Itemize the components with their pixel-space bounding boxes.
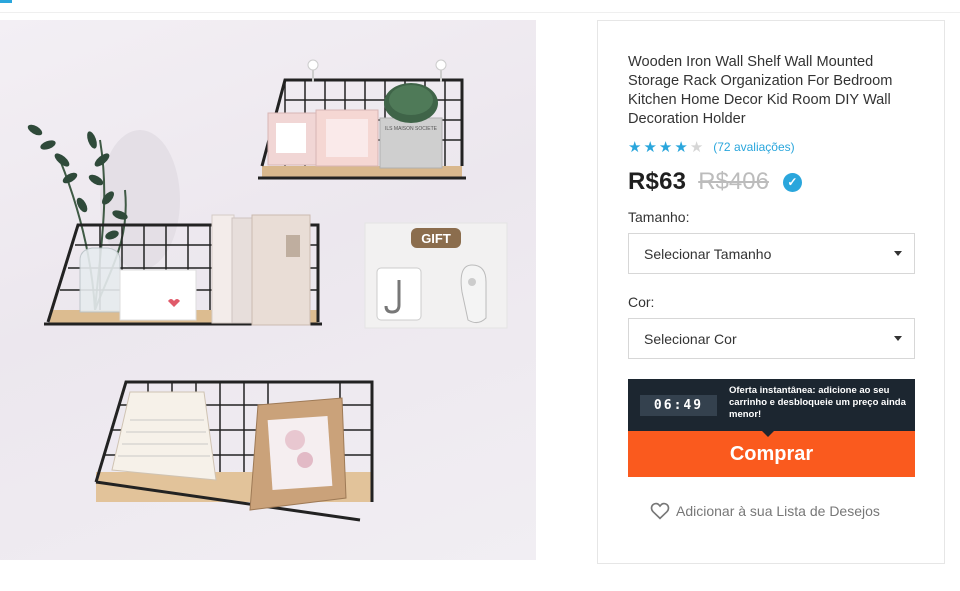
- verified-check-icon: ✓: [782, 172, 802, 192]
- star-icon: ★: [643, 138, 657, 156]
- pot-label: ILS MAISON SOCIETE: [385, 126, 438, 132]
- product-title: Wooden Iron Wall Shelf Wall Mounted Stor…: [628, 54, 893, 127]
- price-row: R$63 R$406 ✓: [628, 168, 802, 196]
- rating[interactable]: ★ ★ ★ ★ ★ (72 avaliações): [628, 138, 795, 156]
- top-divider: [0, 12, 960, 13]
- offer-text: Oferta instantânea: adicione ao seu carr…: [729, 385, 906, 420]
- offer-pointer: [761, 430, 775, 437]
- product-image[interactable]: ILS MAISON SOCIETE GIFT: [0, 20, 536, 560]
- chevron-down-icon: [894, 251, 902, 256]
- rating-stars: ★ ★ ★ ★ ★: [628, 140, 703, 155]
- bottom-shelf: [94, 380, 374, 522]
- top-accent-bar: [0, 0, 12, 3]
- instant-offer-banner: 06:49 Oferta instantânea: adicione ao se…: [628, 379, 915, 437]
- chevron-down-icon: [894, 336, 902, 341]
- current-price: R$63: [628, 168, 687, 195]
- star-icon: ★: [658, 138, 673, 156]
- original-price: R$406: [698, 168, 769, 195]
- reviews-link[interactable]: (72 avaliações): [713, 140, 794, 154]
- product-photo-illustration: ILS MAISON SOCIETE GIFT: [27, 59, 508, 522]
- color-label: Cor:: [628, 294, 655, 310]
- size-select-value: Selecionar Tamanho: [644, 245, 772, 262]
- buy-button[interactable]: Comprar: [628, 431, 915, 477]
- color-select[interactable]: Selecionar Cor: [628, 318, 915, 359]
- add-to-wishlist-link[interactable]: Adicionar à sua Lista de Desejos: [650, 502, 880, 520]
- color-select-value: Selecionar Cor: [644, 330, 737, 347]
- gift-label: GIFT: [421, 231, 451, 246]
- wishlist-label: Adicionar à sua Lista de Desejos: [676, 503, 880, 519]
- star-icon: ★: [628, 138, 642, 156]
- star-icon: ★: [674, 138, 688, 156]
- size-select[interactable]: Selecionar Tamanho: [628, 233, 915, 274]
- star-empty-icon: ★: [689, 138, 704, 156]
- size-label: Tamanho:: [628, 209, 690, 225]
- offer-countdown-timer: 06:49: [640, 395, 717, 416]
- gift-inset: GIFT: [364, 222, 508, 329]
- buy-box: Wooden Iron Wall Shelf Wall Mounted Stor…: [597, 20, 945, 564]
- heart-icon: [650, 502, 670, 520]
- middle-shelf: [44, 214, 322, 326]
- top-shelf: ILS MAISON SOCIETE: [258, 59, 466, 180]
